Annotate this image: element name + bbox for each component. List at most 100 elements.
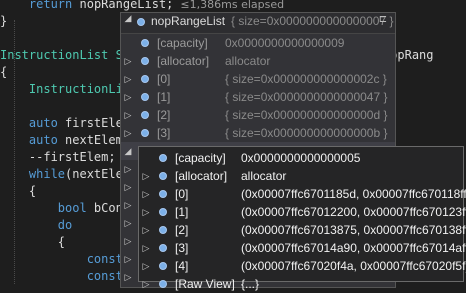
- variable-value: { size=0x0000000000000007 }: [231, 14, 394, 28]
- expand-arrow-icon[interactable]: ▷: [123, 250, 133, 268]
- field-icon: [159, 172, 167, 180]
- expand-arrow-icon[interactable]: ▷: [123, 232, 133, 250]
- expand-arrow-icon[interactable]: ▷: [141, 239, 151, 257]
- field-value: { size=0x0000000000000047 }: [225, 90, 388, 104]
- code-token: firstEle: [57, 116, 123, 130]
- code-token: nopRangeList;: [72, 0, 174, 11]
- indent-guide: [14, 20, 15, 284]
- datatip-row[interactable]: ▷ [2] { size=0x000000000000000d }: [121, 106, 395, 124]
- code-token: const: [86, 269, 123, 283]
- datatip-row[interactable]: ▷ [Raw View] {...}: [139, 275, 463, 293]
- code-token: nextElem: [57, 133, 123, 147]
- field-value: {...}: [241, 277, 260, 291]
- expand-arrow-icon[interactable]: ▷: [123, 268, 133, 286]
- expand-arrow-icon[interactable]: ▷: [123, 178, 133, 196]
- datatip-row[interactable]: ▷ [allocator] allocator: [139, 167, 463, 185]
- code-line: do: [0, 217, 72, 234]
- datatip-row[interactable]: [capacity] 0x0000000000000005: [139, 149, 463, 167]
- field-value: allocator: [225, 54, 271, 68]
- field-icon: [141, 39, 149, 47]
- variable-icon: [137, 18, 145, 26]
- expand-arrow-icon[interactable]: ▷: [123, 106, 133, 124]
- code-token: InstructionLi: [28, 82, 123, 96]
- field-name: [1]: [157, 90, 171, 104]
- expand-arrow-icon[interactable]: ▷: [141, 221, 151, 239]
- field-icon: [159, 208, 167, 216]
- datatip-row[interactable]: ▷ [0] { size=0x000000000000002c }: [121, 70, 395, 88]
- field-value: allocator: [241, 169, 287, 183]
- collapse-arrow-icon[interactable]: ◢: [123, 13, 133, 24]
- datatip-row[interactable]: ▷ [4] (0x00007ffc67020f4a, 0x00007ffc67020…: [139, 257, 466, 275]
- code-token: {: [0, 184, 37, 198]
- code-line: {: [0, 64, 7, 81]
- code-token: InstructionList S: [0, 48, 123, 62]
- field-icon: [159, 262, 167, 270]
- field-value: (0x00007ffc67012200, 0x00007ffc670123ff): [241, 205, 466, 219]
- datatip-row[interactable]: ▷ [allocator] allocator: [121, 52, 395, 70]
- code-token: while: [28, 167, 66, 181]
- datatip-row[interactable]: ▷ [1] (0x00007ffc67012200, 0x00007ffc67012…: [139, 203, 466, 221]
- code-token: do: [57, 218, 73, 232]
- datatip-row[interactable]: ▷ [0] (0x00007ffc6701185d, 0x00007ffc67011…: [139, 185, 466, 203]
- datatip-row[interactable]: ▷ [3] { size=0x000000000000000b }: [121, 124, 395, 142]
- field-icon: [141, 75, 149, 83]
- expand-arrow-icon[interactable]: ▷: [123, 214, 133, 232]
- expand-arrow-icon[interactable]: ◢: [123, 142, 133, 160]
- expand-arrow-icon[interactable]: ▷: [123, 124, 133, 142]
- field-icon: [141, 111, 149, 119]
- expand-arrow-icon[interactable]: ▷: [141, 185, 151, 203]
- field-icon: [159, 226, 167, 234]
- field-icon: [141, 93, 149, 101]
- expand-arrow-icon[interactable]: ▷: [141, 257, 151, 275]
- field-name: [0]: [157, 72, 171, 86]
- field-name: [2]: [157, 108, 171, 122]
- datatip-row[interactable]: ▷ [1] { size=0x0000000000000047 }: [121, 88, 395, 106]
- field-value: (0x00007ffc6701185d, 0x00007ffc670118ff): [241, 187, 466, 201]
- code-token: {: [0, 235, 66, 249]
- expand-arrow-icon[interactable]: ▷: [141, 203, 151, 221]
- code-line: while(nextEle: [0, 166, 123, 183]
- field-name: [allocator]: [175, 169, 228, 183]
- field-name: [capacity]: [157, 36, 208, 50]
- field-value: { size=0x000000000000002c }: [225, 72, 387, 86]
- expand-arrow-icon[interactable]: ▷: [141, 167, 151, 185]
- code-line: }: [0, 13, 7, 30]
- expand-arrow-icon[interactable]: ▷: [123, 196, 133, 214]
- code-line: auto firstEle: [0, 115, 123, 132]
- field-icon: [141, 57, 149, 65]
- field-value: (0x00007ffc67014a90, 0x00007ffc67014aff): [241, 241, 466, 255]
- field-icon: [159, 280, 167, 288]
- code-line: InstructionLi: [0, 81, 123, 98]
- field-name: [4]: [175, 259, 189, 273]
- datatip-inner: [capacity] 0x0000000000000005 ▷ [allocator]…: [138, 146, 466, 291]
- expand-arrow-icon[interactable]: ▷: [123, 52, 133, 70]
- pin-icon[interactable]: ⊏: [377, 14, 389, 25]
- code-token: auto: [28, 116, 58, 130]
- code-line: {: [0, 234, 65, 251]
- code-token: auto: [28, 133, 58, 147]
- expand-arrow-icon[interactable]: ▷: [123, 70, 133, 88]
- expand-arrow-icon[interactable]: ▷: [123, 160, 133, 178]
- elapsed-time-hint: ≤1,386ms elapsed: [173, 0, 285, 11]
- code-token: }: [0, 14, 8, 28]
- datatip-row[interactable]: ▷ [3] (0x00007ffc67014a90, 0x00007ffc67014…: [139, 239, 466, 257]
- field-value: 0x0000000000000009: [225, 36, 345, 50]
- field-icon: [159, 154, 167, 162]
- field-name: [Raw View]: [175, 277, 235, 291]
- field-name: [3]: [157, 126, 171, 140]
- field-icon: [141, 129, 149, 137]
- code-line: const s: [0, 268, 138, 285]
- datatip-row[interactable]: [capacity] 0x0000000000000009: [121, 34, 395, 52]
- field-icon: [159, 190, 167, 198]
- expand-arrow-icon[interactable]: ▷: [123, 88, 133, 106]
- variable-name: nopRangeList: [151, 14, 226, 28]
- expand-arrow-icon[interactable]: ▷: [141, 275, 151, 293]
- field-icon: [159, 244, 167, 252]
- datatip-row[interactable]: ▷ [2] (0x00007ffc67013875, 0x00007ffc67013…: [139, 221, 466, 239]
- field-name: [0]: [175, 187, 189, 201]
